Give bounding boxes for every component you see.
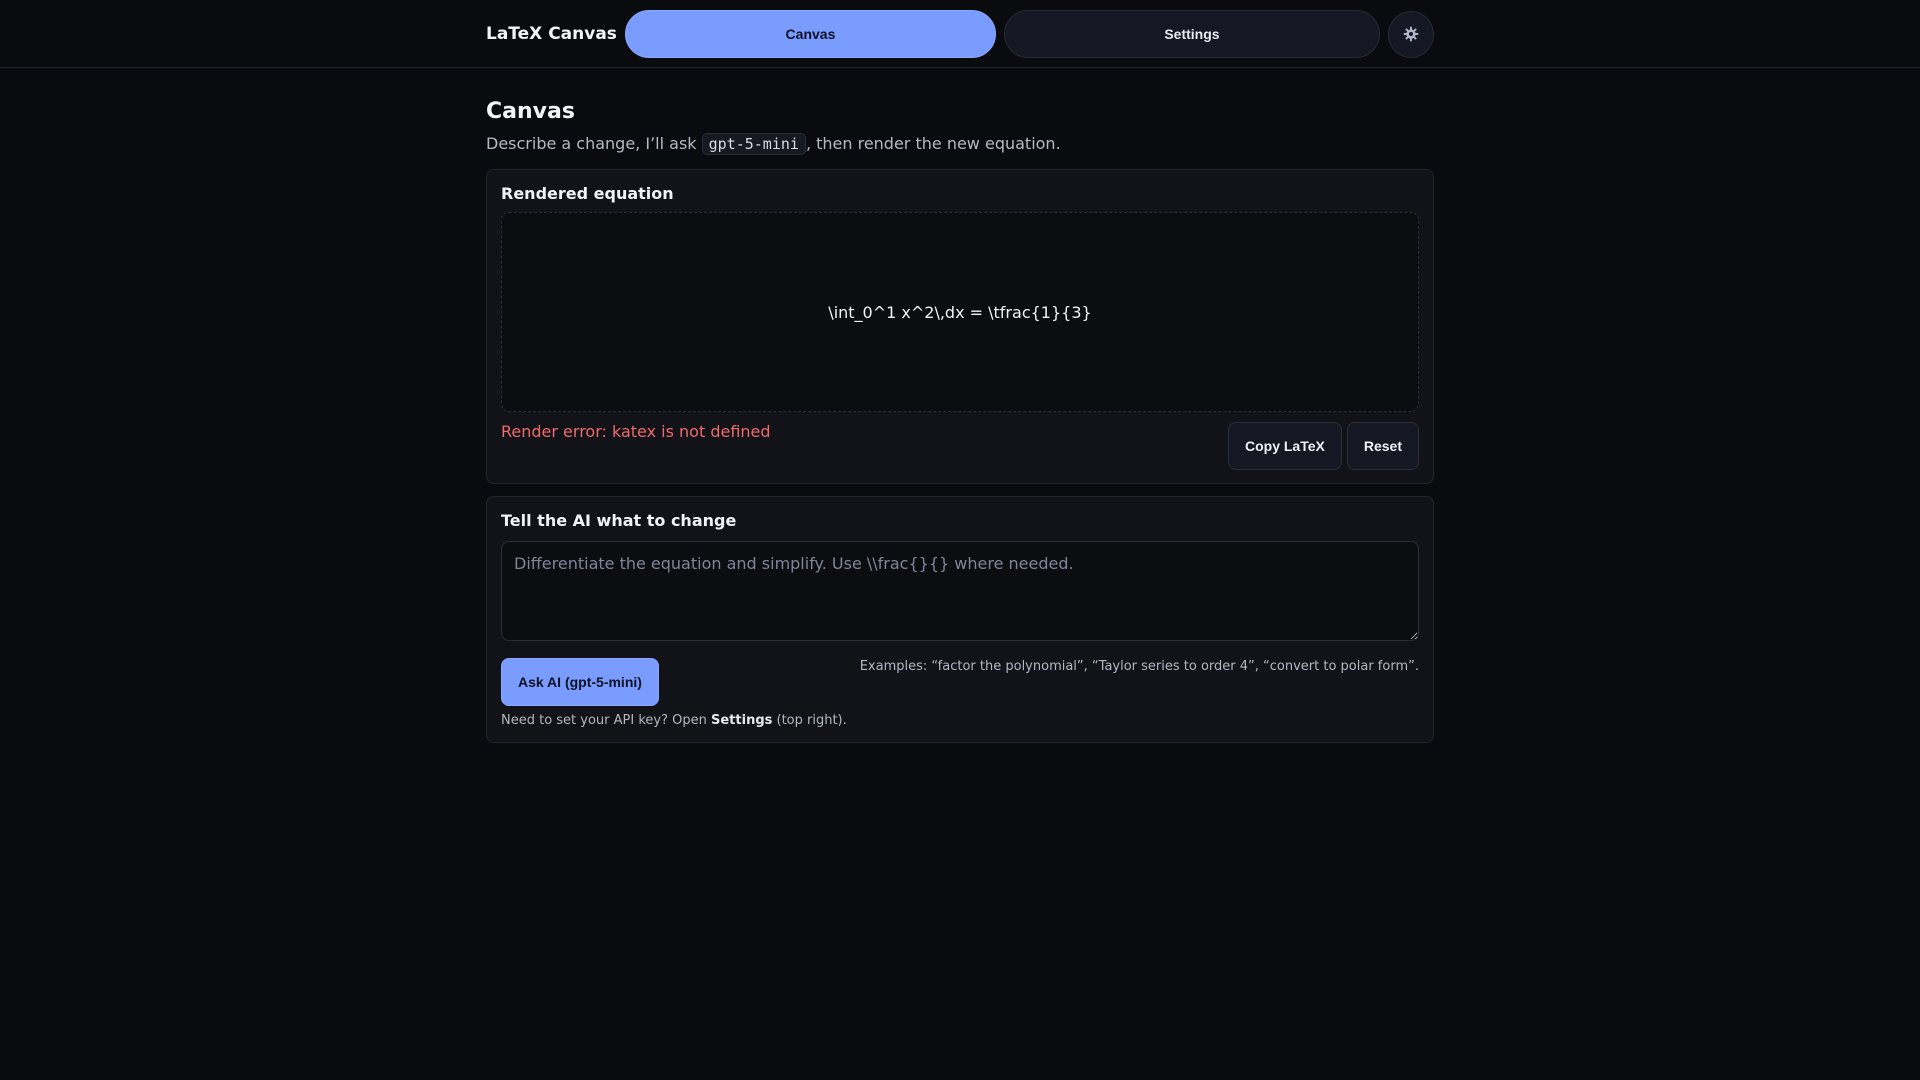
- equation-actions: Copy LaTeX Reset: [1227, 422, 1419, 470]
- reset-button[interactable]: Reset: [1346, 422, 1419, 470]
- subtitle-text-after: , then render the new equation.: [805, 134, 1061, 153]
- equation-text: \int_0^1 x^2\,dx = \tfrac{1}{3}: [828, 302, 1092, 322]
- page-title: Canvas: [486, 99, 575, 124]
- top-bar: LaTeX Canvas Canvas Settings: [0, 0, 1920, 68]
- top-bar-inner: LaTeX Canvas Canvas Settings: [486, 0, 1434, 68]
- page-subtitle: Describe a change, I’ll ask gpt-5-mini, …: [486, 132, 1434, 156]
- tab-canvas[interactable]: Canvas: [624, 10, 996, 58]
- main-content: Canvas Describe a change, I’ll ask gpt-5…: [486, 68, 1434, 743]
- hint-text-before: Need to set your API key? Open: [501, 713, 711, 728]
- model-code: gpt-5-mini: [701, 133, 806, 155]
- equation-display: \int_0^1 x^2\,dx = \tfrac{1}{3}: [501, 212, 1419, 412]
- rendered-equation-title: Rendered equation: [501, 184, 674, 203]
- change-instruction-input[interactable]: [501, 541, 1419, 641]
- rendered-equation-card: Rendered equation \int_0^1 x^2\,dx = \tf…: [486, 169, 1434, 484]
- ask-ai-button[interactable]: Ask AI (gpt-5-mini): [501, 658, 659, 706]
- copy-latex-button[interactable]: Copy LaTeX: [1227, 422, 1342, 470]
- tab-settings[interactable]: Settings: [1003, 10, 1380, 58]
- ask-row: Ask AI (gpt-5-mini) Examples: “factor th…: [501, 658, 1419, 706]
- hint-text-after: (top right).: [772, 713, 847, 728]
- render-error-message: Render error: katex is not defined: [501, 422, 771, 441]
- equation-footer: Render error: katex is not defined Copy …: [501, 422, 1419, 470]
- app-brand: LaTeX Canvas: [486, 24, 617, 44]
- hint-settings-label: Settings: [711, 713, 773, 728]
- settings-gear-button[interactable]: [1387, 10, 1434, 58]
- gear-icon: [1403, 26, 1419, 42]
- ai-change-card: Tell the AI what to change Ask AI (gpt-5…: [486, 496, 1434, 743]
- subtitle-text-before: Describe a change, I’ll ask: [486, 134, 702, 153]
- examples-text: Examples: “factor the polynomial”, “Tayl…: [859, 659, 1419, 674]
- ai-change-title: Tell the AI what to change: [501, 511, 737, 530]
- api-key-hint: Need to set your API key? Open Settings …: [501, 713, 1419, 728]
